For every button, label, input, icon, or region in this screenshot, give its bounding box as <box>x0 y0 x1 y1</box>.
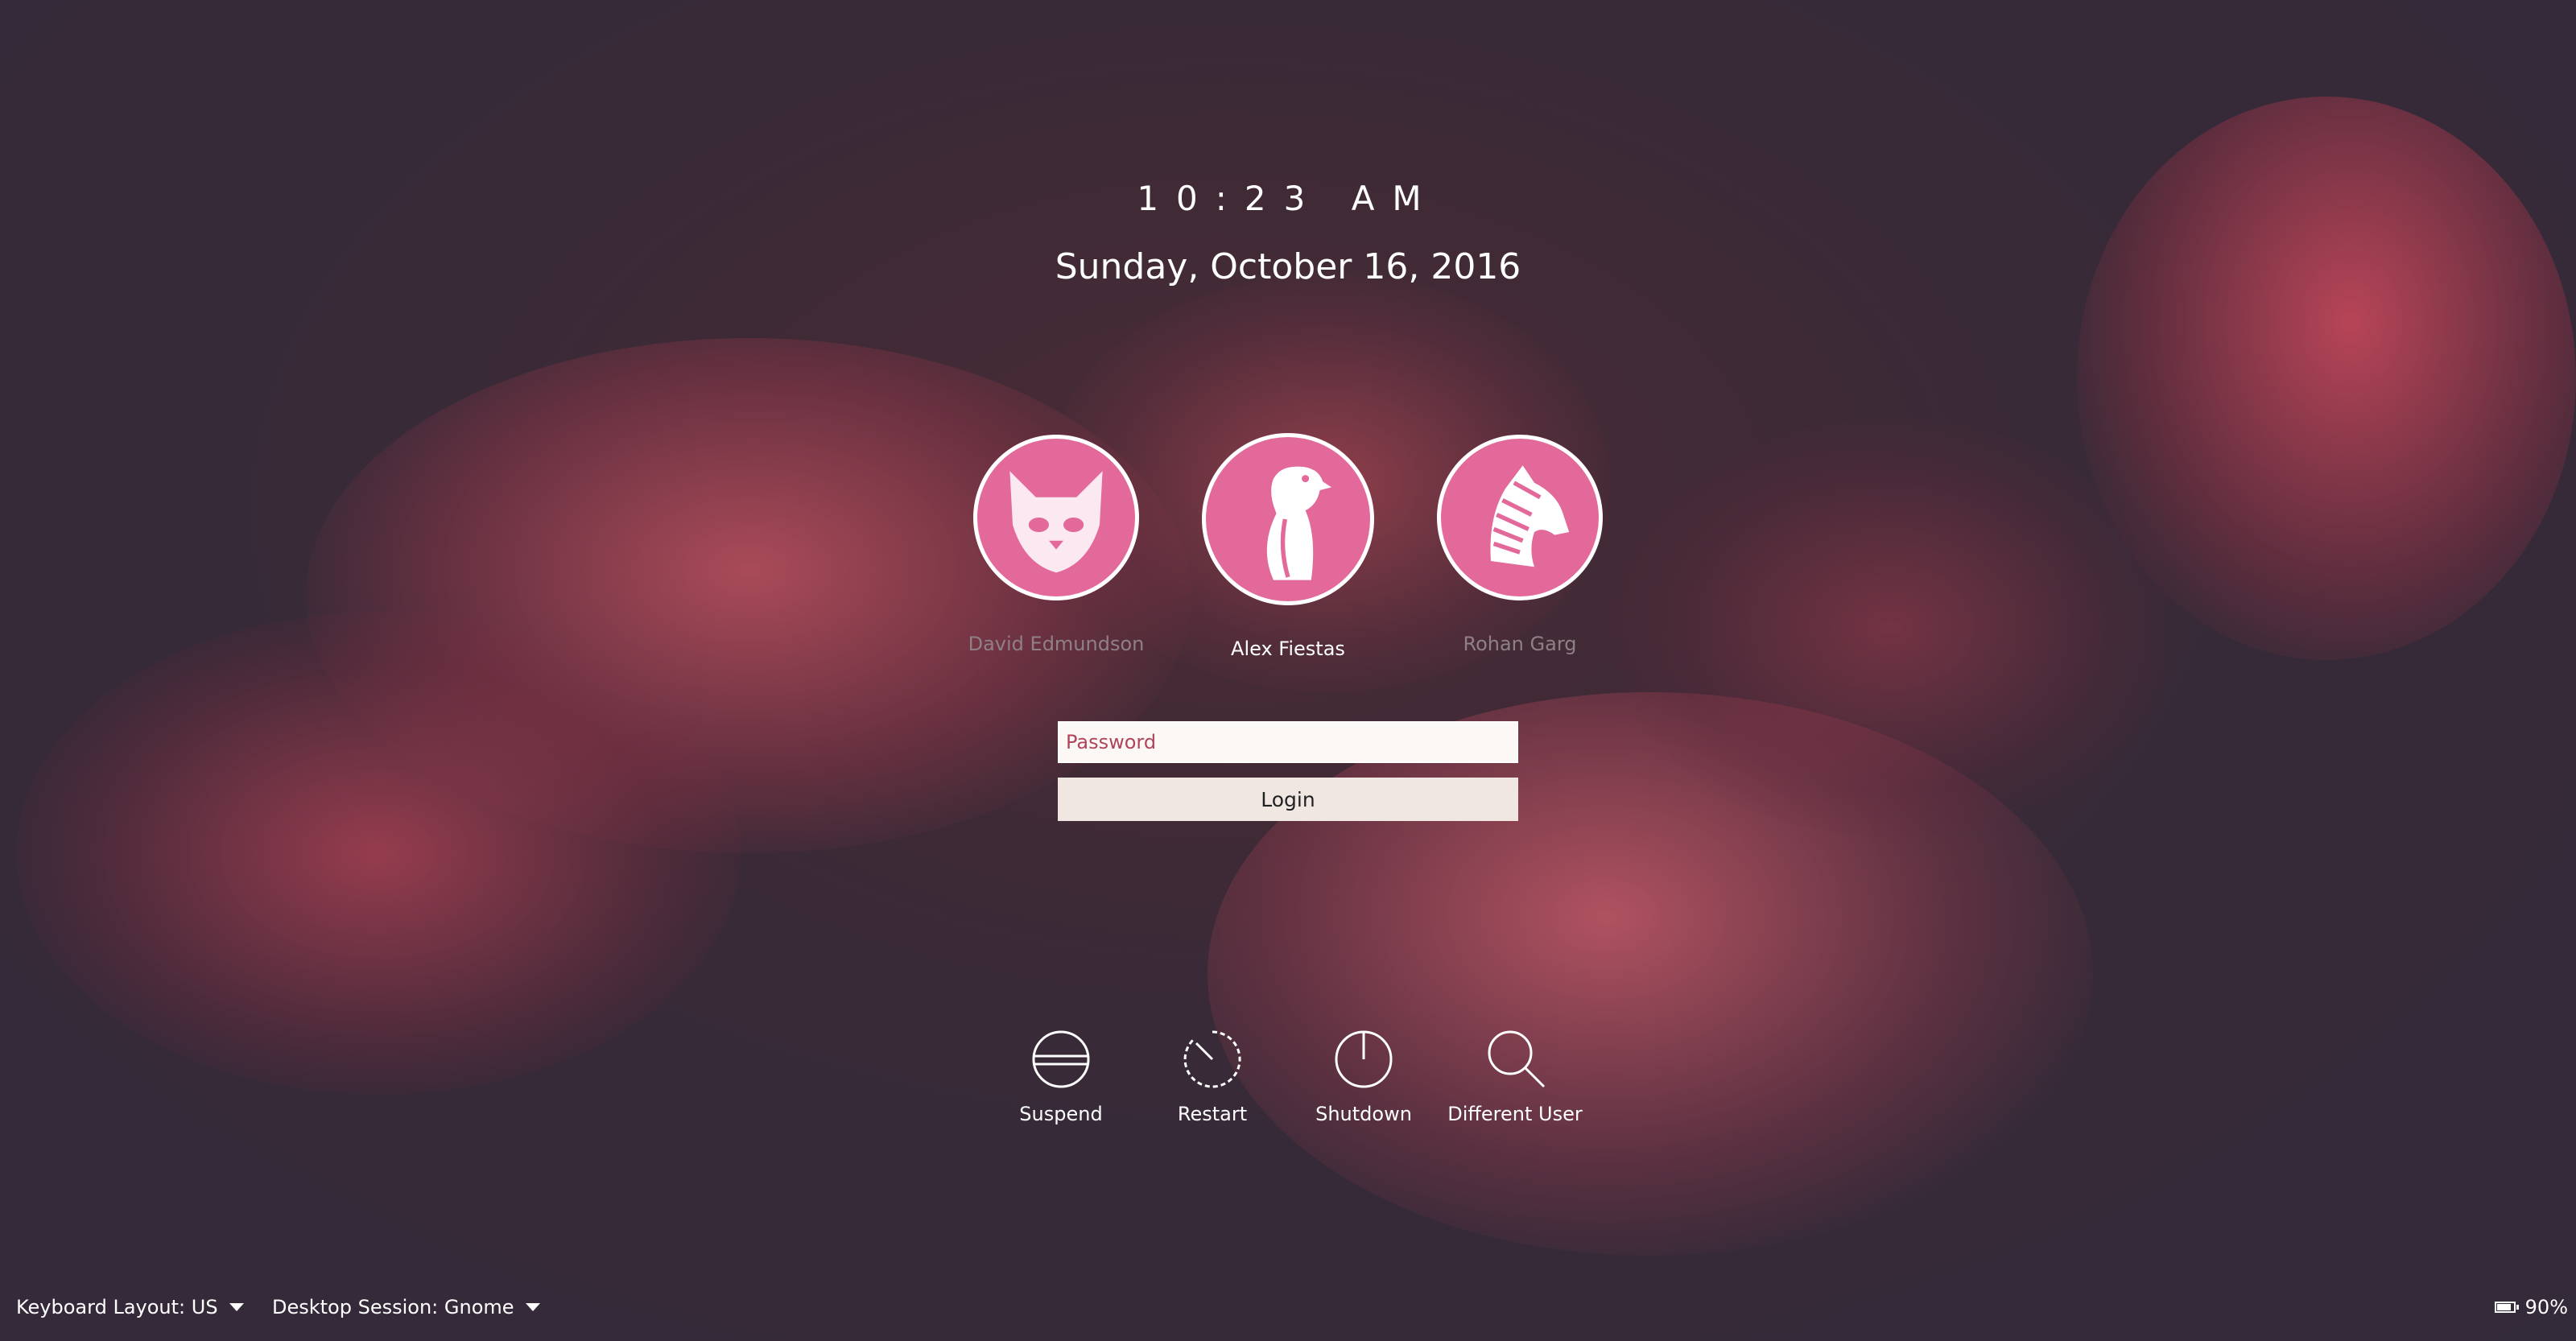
penguin-icon <box>1202 433 1374 605</box>
different-user-button[interactable]: Different User <box>1435 1027 1596 1125</box>
suspend-button[interactable]: Suspend <box>980 1027 1141 1125</box>
login-button[interactable]: Login <box>1058 778 1518 821</box>
battery-percent: 90% <box>2524 1296 2568 1318</box>
password-input[interactable] <box>1058 721 1518 763</box>
restart-icon <box>1183 1030 1241 1088</box>
bottom-bar: Keyboard Layout: US Desktop Session: Gno… <box>0 1285 2576 1341</box>
search-icon <box>1488 1030 1546 1088</box>
chevron-down-icon <box>525 1303 540 1311</box>
different-user-label: Different User <box>1447 1103 1583 1125</box>
user-name: Rohan Garg <box>1463 633 1577 655</box>
shutdown-icon <box>1335 1030 1393 1088</box>
user-rohan-garg[interactable]: Rohan Garg <box>1431 435 1608 655</box>
suspend-label: Suspend <box>1019 1103 1103 1125</box>
battery-icon <box>2494 1302 2519 1313</box>
user-name: Alex Fiestas <box>1231 637 1345 660</box>
keyboard-layout-label: Keyboard Layout: US <box>16 1296 218 1318</box>
desktop-session-label: Desktop Session: Gnome <box>272 1296 514 1318</box>
user-david-edmundson[interactable]: David Edmundson <box>968 435 1145 655</box>
chevron-down-icon <box>229 1303 244 1311</box>
restart-label: Restart <box>1177 1103 1248 1125</box>
user-alex-fiestas[interactable]: Alex Fiestas <box>1199 433 1377 660</box>
cat-icon <box>973 435 1139 600</box>
clock-time: 10:23 AM <box>1137 179 1439 218</box>
restart-button[interactable]: Restart <box>1132 1027 1293 1125</box>
suspend-icon <box>1032 1030 1090 1088</box>
shutdown-button[interactable]: Shutdown <box>1283 1027 1444 1125</box>
shutdown-label: Shutdown <box>1315 1103 1412 1125</box>
clock-date: Sunday, October 16, 2016 <box>1055 246 1521 287</box>
user-name: David Edmundson <box>968 633 1145 655</box>
keyboard-layout-dropdown[interactable]: Keyboard Layout: US <box>16 1296 244 1318</box>
desktop-session-dropdown[interactable]: Desktop Session: Gnome <box>272 1296 540 1318</box>
login-screen: 10:23 AM Sunday, October 16, 2016 David … <box>0 0 2576 1341</box>
zebra-icon <box>1437 435 1603 600</box>
battery-indicator: 90% <box>2494 1296 2568 1318</box>
